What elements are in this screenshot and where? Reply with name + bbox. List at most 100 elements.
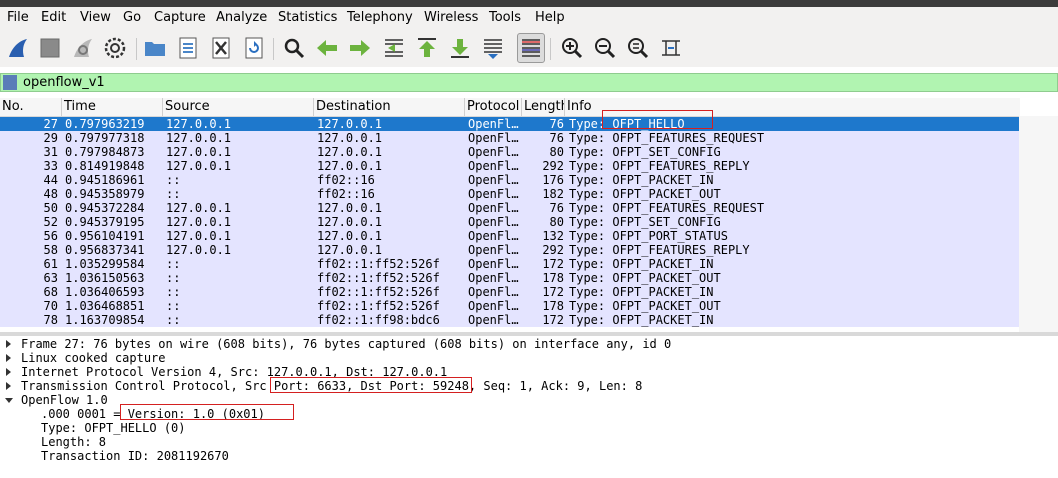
detail-text: Frame 27: 76 bytes on wire (608 bits), 7… [21,337,672,351]
menu-go[interactable]: Go [123,10,141,26]
normal-size-icon[interactable] [624,33,652,63]
find-magnifier-icon[interactable] [280,33,308,63]
cell-proto: OpenFl… [468,117,519,131]
cell-dst: ff02::1:ff52:526f [317,285,440,299]
cell-time: 0.797977318 [65,131,145,145]
table-row[interactable]: 44 0.945186961:: ff02::16 OpenFl… 176 Type: O… [0,173,1019,187]
menu-capture[interactable]: Capture [154,10,206,26]
menu-view[interactable]: View [80,10,111,26]
back-arrow-icon[interactable] [313,33,341,63]
table-row[interactable]: 50 0.945372284 127.0.0.1 127.0.0.1 OpenFl… 76… [0,201,1019,215]
cell-src: 127.0.0.1 [166,131,232,145]
column-header-no[interactable]: No. [0,98,62,116]
display-filter-input[interactable] [21,74,1055,91]
colorize-icon[interactable] [517,33,545,63]
cell-len: 80 [549,215,564,229]
collapsed-arrow-icon[interactable] [6,382,11,390]
collapsed-arrow-icon[interactable] [6,340,11,348]
cell-info: Type: OFPT_PACKET_IN [569,173,714,187]
cell-dst: ff02::1:ff52:526f [317,257,440,271]
cell-time: 1.036468851 [65,299,145,313]
column-header-length[interactable]: Length [522,98,565,116]
menu-statistics[interactable]: Statistics [278,10,337,26]
reload-icon[interactable] [240,33,268,63]
last-packet-icon[interactable] [446,33,474,63]
packet-list-scrollbar[interactable] [1019,116,1058,332]
cell-dst: 127.0.0.1 [317,201,383,215]
menu-help[interactable]: Help [535,10,565,26]
file-set-icon[interactable] [174,33,202,63]
menu-analyze[interactable]: Analyze [216,10,267,26]
table-row[interactable]: 63 1.036150563:: ff02::1:ff52:526f OpenFl… 1… [0,271,1019,285]
column-header-protocol[interactable]: Protocol [465,98,522,116]
table-row[interactable]: 56 0.956104191 127.0.0.1 127.0.0.1 OpenFl… 13… [0,229,1019,243]
zoom-out-icon[interactable] [591,33,619,63]
toolbar-separator [136,38,137,60]
table-row[interactable]: 78 1.163709854:: ff02::1:ff98:bdc6 OpenFl… 1… [0,313,1019,327]
cell-src: :: [166,285,181,299]
detail-text: Linux cooked capture [21,351,166,365]
cell-time: 1.163709854 [65,313,145,327]
cell-no: 63 [43,271,58,285]
cell-proto: OpenFl… [468,131,519,145]
cell-time: 0.814919848 [65,159,145,173]
cell-dst: ff02::16 [317,173,375,187]
first-packet-icon[interactable] [413,33,441,63]
cell-no: 61 [43,257,58,271]
cell-info: Type: OFPT_PACKET_OUT [569,187,721,201]
table-row[interactable]: 33 0.814919848 127.0.0.1 127.0.0.1 OpenFl… 29… [0,159,1019,173]
close-file-icon[interactable] [207,33,235,63]
cell-dst: 127.0.0.1 [317,243,383,257]
cell-dst: 127.0.0.1 [317,159,383,173]
cell-no: 27 [43,117,58,131]
table-row[interactable]: 58 0.956837341 127.0.0.1 127.0.0.1 OpenFl… 29… [0,243,1019,257]
capture-options-gear-icon[interactable] [101,33,129,63]
cell-time: 0.945379195 [65,215,145,229]
table-row[interactable]: 48 0.945358979:: ff02::16 OpenFl… 182 Type: O… [0,187,1019,201]
table-row[interactable]: 27 0.797963219 127.0.0.1 127.0.0.1 OpenFl… 76… [0,117,1019,131]
stop-square-icon[interactable] [36,33,64,63]
forward-arrow-icon[interactable] [346,33,374,63]
cell-no: 50 [43,201,58,215]
collapsed-arrow-icon[interactable] [6,368,11,376]
autoscroll-icon[interactable] [479,33,507,63]
toolbar-separator [550,38,551,60]
table-row[interactable]: 70 1.036468851:: ff02::1:ff52:526f OpenFl… 1… [0,299,1019,313]
column-header-destination[interactable]: Destination [314,98,465,116]
go-to-packet-icon[interactable] [380,33,408,63]
main-toolbar [0,30,1058,67]
cell-proto: OpenFl… [468,285,519,299]
cell-src: 127.0.0.1 [166,145,232,159]
table-row[interactable]: 29 0.797977318 127.0.0.1 127.0.0.1 OpenFl… 76… [0,131,1019,145]
cell-len: 176 [542,173,564,187]
menu-file[interactable]: File [7,10,29,26]
restart-fin-icon[interactable] [69,33,97,63]
menu-edit[interactable]: Edit [41,10,66,26]
cell-dst: 127.0.0.1 [317,117,383,131]
column-header-time[interactable]: Time [62,98,163,116]
table-row[interactable]: 61 1.035299584:: ff02::1:ff52:526f OpenFl… 1… [0,257,1019,271]
cell-src: 127.0.0.1 [166,201,232,215]
collapsed-arrow-icon[interactable] [6,354,11,362]
highlight-box-ports [270,377,472,393]
zoom-in-icon[interactable] [558,33,586,63]
table-row[interactable]: 68 1.036406593:: ff02::1:ff52:526f OpenFl… 1… [0,285,1019,299]
filter-bookmark-icon[interactable] [3,75,17,90]
detail-text: OpenFlow 1.0 [21,393,108,407]
table-row[interactable]: 31 0.797984873 127.0.0.1 127.0.0.1 OpenFl… 80… [0,145,1019,159]
cell-src: :: [166,271,181,285]
cell-time: 1.036150563 [65,271,145,285]
open-folder-icon[interactable] [141,33,169,63]
shark-fin-start-icon[interactable] [4,33,32,63]
cell-len: 76 [549,131,564,145]
resize-columns-icon[interactable] [657,33,685,63]
highlight-box-version [120,404,294,420]
table-row[interactable]: 52 0.945379195 127.0.0.1 127.0.0.1 OpenFl… 80… [0,215,1019,229]
menu-telephony[interactable]: Telephony [347,10,413,26]
menu-wireless[interactable]: Wireless [424,10,478,26]
cell-info: Type: OFPT_SET_CONFIG [569,145,721,159]
column-header-source[interactable]: Source [163,98,314,116]
expanded-arrow-icon[interactable] [5,398,13,403]
cell-src: 127.0.0.1 [166,159,232,173]
menu-tools[interactable]: Tools [489,10,521,26]
